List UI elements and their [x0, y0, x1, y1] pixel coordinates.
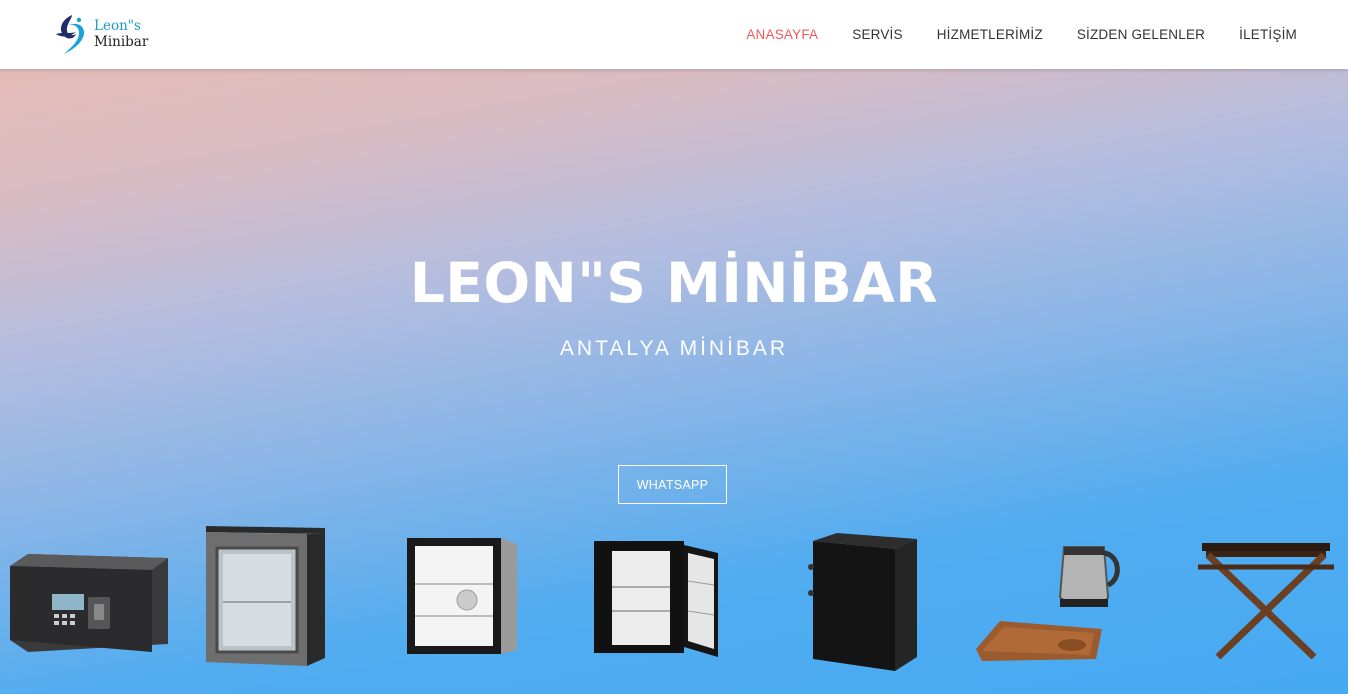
nav-item-servis: SERVİS [852, 26, 902, 44]
nav-link-hizmetlerimiz[interactable]: HİZMETLERİMİZ [937, 27, 1043, 42]
brand-name-line1: Leon"s [94, 18, 141, 34]
nav-item-anasayfa: ANASAYFA [746, 26, 818, 44]
hero-subtitle: ANTALYA MİNİBAR [559, 337, 789, 360]
kettle-tray-icon [976, 546, 1120, 661]
hero-section: LEON"S MİNİBAR ANTALYA MİNİBAR WHATSAPP [0, 69, 1348, 694]
closed-minibar-icon [808, 533, 917, 671]
main-nav: ANASAYFA SERVİS HİZMETLERİMİZ SİZDEN GEL… [712, 0, 1297, 69]
nav-item-sizden-gelenler: SİZDEN GELENLER [1077, 26, 1205, 44]
safe-box-icon [10, 554, 168, 652]
leon-logo-icon [56, 15, 85, 54]
open-minibar-black-icon [594, 541, 718, 657]
nav-link-anasayfa[interactable]: ANASAYFA [746, 27, 818, 42]
brand-name: Leon"s Minibar [94, 18, 148, 50]
nav-item-iletisim: İLETİŞİM [1239, 26, 1297, 44]
glass-door-minibar-icon [206, 526, 325, 666]
nav-link-sizden-gelenler[interactable]: SİZDEN GELENLER [1077, 27, 1205, 42]
brand-name-line2: Minibar [94, 34, 149, 50]
whatsapp-button[interactable]: WHATSAPP [618, 465, 727, 504]
nav-link-iletisim[interactable]: İLETİŞİM [1239, 27, 1297, 42]
luggage-rack-icon [1198, 543, 1334, 659]
hero-title: LEON"S MİNİBAR [409, 251, 939, 315]
navbar: Leon"s Minibar ANASAYFA SERVİS HİZMETLER… [0, 0, 1348, 69]
nav-item-hizmetlerimiz: HİZMETLERİMİZ [937, 26, 1043, 44]
nav-link-servis[interactable]: SERVİS [852, 27, 902, 42]
brand-logo[interactable]: Leon"s Minibar [52, 12, 172, 56]
open-minibar-white-icon [407, 538, 517, 654]
